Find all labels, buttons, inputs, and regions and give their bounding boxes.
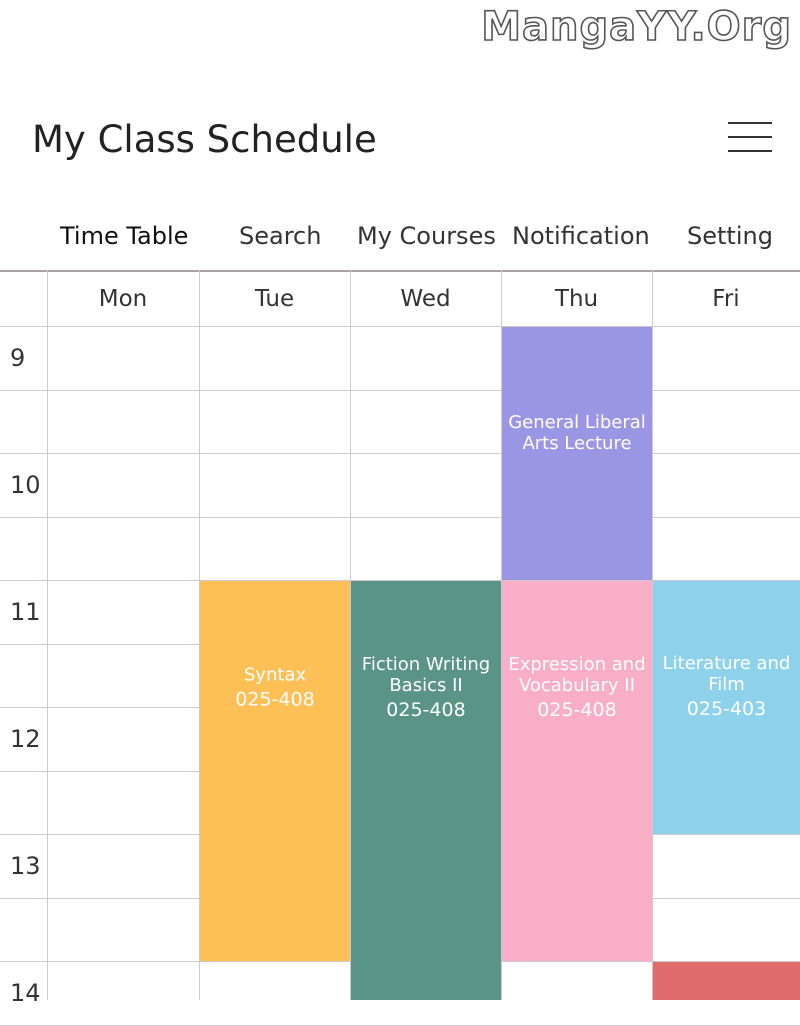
course-room: 025-408 xyxy=(235,688,315,711)
tab-time-table[interactable]: Time Table xyxy=(60,222,188,250)
grid-col-line xyxy=(47,270,48,1000)
course-name: Expression and Vocabulary II xyxy=(508,653,646,696)
hour-label: 14 xyxy=(10,979,41,1007)
day-header-mon: Mon xyxy=(98,286,148,312)
grid-row-line xyxy=(0,326,800,327)
course-block[interactable]: Fiction Writing Basics II 025-408 xyxy=(351,581,501,1000)
grid-row-line xyxy=(0,453,800,454)
course-block[interactable] xyxy=(653,962,800,1000)
course-room: 025-403 xyxy=(686,698,767,721)
hour-label: 13 xyxy=(10,852,41,880)
grid-top-line xyxy=(0,270,800,272)
tab-notification[interactable]: Notification xyxy=(512,222,650,250)
hour-label: 10 xyxy=(10,471,41,499)
tab-my-courses[interactable]: My Courses xyxy=(357,222,496,250)
course-room: 025-408 xyxy=(537,698,617,721)
watermark: MangaYY.Org xyxy=(480,3,792,51)
course-block[interactable]: General Liberal Arts Lecture xyxy=(502,327,652,580)
course-name: Fiction Writing Basics II xyxy=(361,653,491,696)
course-block[interactable]: Syntax 025-408 xyxy=(200,581,350,961)
day-header-tue: Tue xyxy=(254,286,295,312)
hour-label: 12 xyxy=(10,725,41,753)
course-name: Syntax xyxy=(243,664,307,686)
hour-label: 9 xyxy=(10,344,26,372)
day-header-thu: Thu xyxy=(554,286,599,312)
course-block[interactable]: Expression and Vocabulary II 025-408 xyxy=(502,581,652,961)
main-nav: Time Table Search My Courses Notificatio… xyxy=(0,222,800,258)
course-block[interactable]: Literature and Film 025-403 xyxy=(653,581,800,834)
grid-row-line xyxy=(0,516,800,518)
grid-row-line xyxy=(0,389,800,391)
course-name: Literature and Film xyxy=(662,653,791,696)
course-name: General Liberal Arts Lecture xyxy=(508,412,646,455)
timetable-grid: Mon Tue Wed Thu Fri 9 10 11 12 13 14 General Libera… xyxy=(0,270,800,1026)
tab-search[interactable]: Search xyxy=(239,222,321,250)
day-header-wed: Wed xyxy=(400,286,451,312)
page-title: My Class Schedule xyxy=(32,118,377,161)
day-header-fri: Fri xyxy=(712,286,740,312)
tab-setting[interactable]: Setting xyxy=(687,222,773,250)
menu-icon[interactable] xyxy=(728,122,772,154)
course-room: 025-408 xyxy=(386,698,466,721)
grid-row-line xyxy=(0,1024,800,1026)
hour-label: 11 xyxy=(10,598,41,626)
